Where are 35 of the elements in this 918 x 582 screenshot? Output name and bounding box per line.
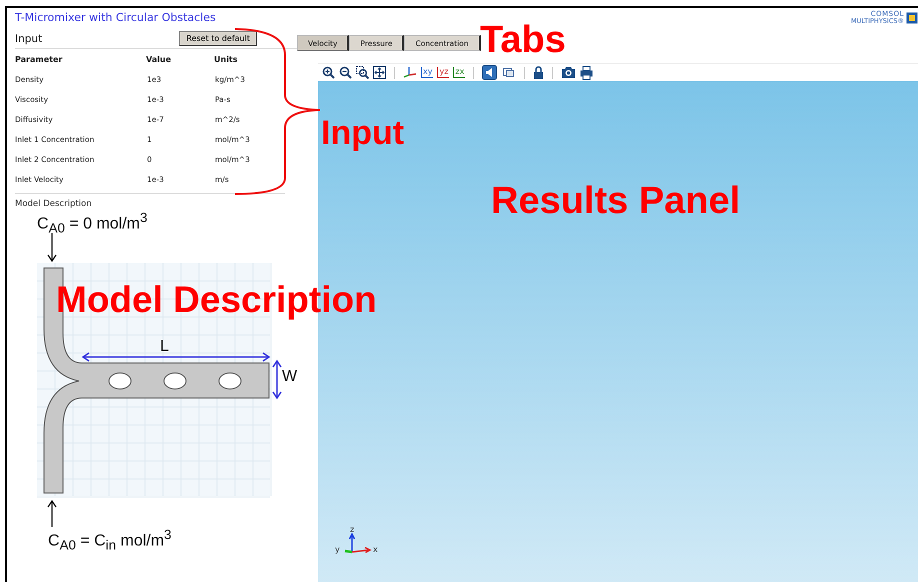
- column-header: Parameter: [15, 54, 64, 64]
- annotation-label: Tabs: [480, 21, 566, 59]
- view-plane-button[interactable]: zx: [453, 67, 466, 78]
- inlet-arrow: [48, 233, 56, 262]
- annotation-label: Results Panel: [491, 182, 740, 220]
- column-header: Value: [146, 54, 172, 64]
- width-label: W: [282, 369, 298, 385]
- speaker-icon[interactable]: [482, 65, 498, 80]
- windows-icon[interactable]: [501, 65, 516, 80]
- axis-label: y: [335, 546, 340, 554]
- annotation-label: Input: [321, 116, 404, 150]
- app-title: T-Micromixer with Circular Obstacles: [15, 11, 217, 26]
- logo-icon: [906, 12, 918, 24]
- lock-icon[interactable]: [533, 66, 544, 79]
- inlet-arrow: [48, 500, 56, 527]
- zoom-out-icon[interactable]: [339, 66, 352, 79]
- axis-triad-icon: [342, 532, 372, 554]
- print-icon[interactable]: [580, 66, 594, 80]
- section-title: Input: [15, 32, 42, 44]
- axis-label: z: [350, 526, 354, 534]
- zoom-in-icon[interactable]: [322, 66, 335, 79]
- axes-icon[interactable]: [403, 66, 417, 79]
- width-arrow: [272, 360, 282, 400]
- view-plane-button[interactable]: xy: [421, 67, 434, 78]
- view-plane-button[interactable]: yz: [437, 67, 450, 78]
- length-label: L: [160, 339, 169, 355]
- section-title: Model Description: [15, 199, 93, 209]
- zoom-extents-icon[interactable]: [373, 66, 386, 79]
- zoom-box-icon[interactable]: [356, 66, 369, 79]
- axis-label: x: [373, 546, 378, 554]
- inlet-label: C$_{A0}$ = C$_{in}$ mol/m$^{3}$: [48, 528, 172, 552]
- camera-icon[interactable]: [561, 66, 576, 79]
- inlet-label: C$_{A0}$ = 0 mol/m$^{3}$: [37, 211, 148, 235]
- reset-button[interactable]: Reset to default: [179, 31, 257, 46]
- column-header: Units: [214, 54, 239, 64]
